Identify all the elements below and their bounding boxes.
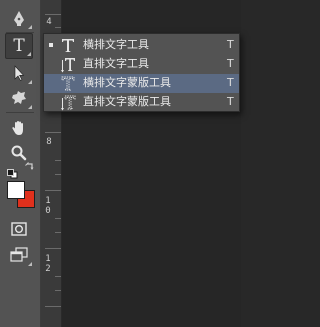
flyout-item-horizontal-type-mask-tool[interactable]: 横排文字蒙版工具 T bbox=[44, 74, 239, 93]
quick-mask-mode-button[interactable] bbox=[5, 216, 33, 242]
custom-shape-tool-button[interactable] bbox=[5, 85, 33, 111]
flyout-item-shortcut: T bbox=[227, 38, 234, 51]
type-tool-flyout-menu: 横排文字工具 T 直排文字工具 T 横排文字蒙版工具 T 直排文字蒙版工具 T bbox=[43, 33, 240, 112]
flyout-item-label: 直排文字工具 bbox=[83, 57, 149, 70]
flyout-item-vertical-type-mask-tool[interactable]: 直排文字蒙版工具 T bbox=[44, 93, 239, 112]
hand-tool-icon bbox=[10, 119, 28, 137]
foreground-color-swatch[interactable] bbox=[7, 181, 25, 199]
flyout-item-vertical-type-tool[interactable]: 直排文字工具 T bbox=[44, 55, 239, 74]
type-tool-button[interactable]: T bbox=[5, 33, 33, 59]
selected-indicator bbox=[49, 43, 53, 47]
pen-tool-button[interactable] bbox=[5, 5, 33, 31]
vertical-type-icon bbox=[59, 56, 77, 73]
flyout-item-horizontal-type-tool[interactable]: 横排文字工具 T bbox=[44, 36, 239, 55]
path-selection-tool-icon bbox=[11, 64, 27, 82]
path-selection-tool-button[interactable] bbox=[5, 60, 33, 86]
tools-panel: T bbox=[0, 0, 41, 327]
hand-tool-button[interactable] bbox=[5, 115, 33, 141]
color-swatches bbox=[4, 162, 38, 212]
flyout-item-shortcut: T bbox=[227, 76, 234, 89]
ruler-label: 4 bbox=[46, 17, 52, 27]
ruler-label: 1 0 bbox=[45, 196, 51, 216]
horizontal-type-tool-icon: T bbox=[13, 35, 25, 56]
pen-tool-icon bbox=[10, 9, 28, 27]
flyout-item-label: 直排文字蒙版工具 bbox=[83, 95, 171, 108]
swap-colors-icon[interactable] bbox=[25, 162, 35, 175]
quick-mask-mode-icon bbox=[11, 222, 27, 236]
ruler-label: 1 2 bbox=[45, 254, 51, 274]
horizontal-type-mask-icon bbox=[59, 75, 77, 92]
horizontal-type-icon bbox=[59, 37, 77, 54]
flyout-item-label: 横排文字蒙版工具 bbox=[83, 76, 171, 89]
vertical-type-mask-icon bbox=[59, 94, 77, 111]
flyout-item-shortcut: T bbox=[227, 95, 234, 108]
screen-mode-button[interactable] bbox=[5, 242, 33, 268]
zoom-tool-icon bbox=[10, 144, 28, 162]
ruler-label: 8 bbox=[46, 137, 52, 147]
flyout-item-shortcut: T bbox=[227, 57, 234, 70]
custom-shape-tool-icon bbox=[10, 89, 28, 107]
screen-mode-icon bbox=[10, 247, 28, 263]
flyout-item-label: 横排文字工具 bbox=[83, 38, 149, 51]
